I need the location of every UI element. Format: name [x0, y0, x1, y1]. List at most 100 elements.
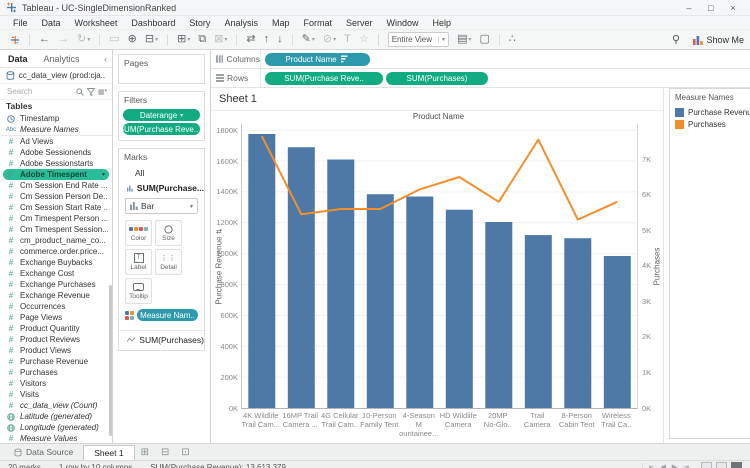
rows-shelf[interactable]: Rows SUM(Purchase Reve.. SUM(Purchases)	[211, 69, 750, 88]
star-highlight-button[interactable]: ☆	[355, 34, 373, 45]
show-me-button[interactable]: Show Me	[693, 35, 744, 45]
swap-rows-columns-button[interactable]: ⇄	[242, 34, 259, 45]
field-cm-timespent-person[interactable]: #Cm Timespent Person ...	[0, 213, 112, 224]
field-cm-timespent-session[interactable]: #Cm Timespent Session...	[0, 224, 112, 235]
menu-worksheet[interactable]: Worksheet	[68, 18, 125, 28]
x-axis-label[interactable]: HD WildlifeCamera	[439, 411, 479, 438]
x-axis-label[interactable]: 10-PersonFamily Tent	[360, 411, 400, 438]
detail-button[interactable]: ⋮⋮ Detail	[155, 249, 182, 275]
marks-layer-purchases[interactable]: SUM(Purchases)	[119, 330, 204, 350]
chart-plot-area[interactable]	[241, 124, 638, 409]
line-mark[interactable]	[262, 136, 618, 220]
no-highlight-button[interactable]: ⊘▾	[319, 34, 340, 45]
tooltip-pin-icon[interactable]	[667, 34, 685, 45]
data-source-tab[interactable]: Data Source	[4, 444, 83, 460]
new-data-source-button[interactable]: ⊕	[124, 34, 141, 45]
show-sheet-view-button[interactable]	[731, 462, 742, 468]
field-ad-views[interactable]: #Ad Views	[0, 136, 112, 147]
replay-button[interactable]: ↻▾	[73, 34, 94, 45]
marks-layer-all[interactable]: All	[119, 164, 204, 180]
menu-format[interactable]: Format	[296, 18, 339, 28]
search-input[interactable]	[5, 86, 73, 97]
menu-data[interactable]: Data	[35, 18, 68, 28]
pause-auto-updates-button[interactable]: ⊟▾	[141, 34, 162, 45]
right-axis-title[interactable]: Purchases	[651, 124, 663, 408]
menu-analysis[interactable]: Analysis	[217, 18, 265, 28]
menu-story[interactable]: Story	[182, 18, 217, 28]
menu-file[interactable]: File	[6, 18, 35, 28]
field-latitude-generated[interactable]: Latitude (generated)	[0, 411, 112, 422]
field-measure-values[interactable]: #Measure Values	[0, 433, 112, 443]
filter-funnel-icon[interactable]	[87, 88, 95, 96]
tab-data[interactable]: Data	[0, 54, 36, 64]
new-worksheet-button[interactable]: ⊞	[135, 444, 155, 460]
search-icon[interactable]	[76, 88, 84, 96]
undo-button[interactable]: ←	[35, 34, 54, 45]
new-dashboard-button[interactable]: ⊟	[155, 444, 175, 460]
field-purchase-revenue[interactable]: #Purchase Revenue	[0, 356, 112, 367]
share-workbook-button[interactable]: ∴	[505, 34, 520, 45]
field-purchases[interactable]: #Purchases	[0, 367, 112, 378]
sheet-tab-active[interactable]: Sheet 1	[83, 445, 134, 460]
menu-map[interactable]: Map	[265, 18, 297, 28]
x-axis-label[interactable]: WirelessTrail Ca..	[597, 411, 637, 438]
marks-layer-purchase-revenue[interactable]: SUM(Purchase...	[119, 180, 204, 196]
field-adobe-timespent[interactable]: #Adobe Timespent▾	[3, 169, 109, 180]
show-hide-cards-button[interactable]: ▤▾	[453, 34, 475, 45]
tooltip-button[interactable]: Tooltip	[125, 278, 152, 304]
field-cm-product-name-co[interactable]: #cm_product_name_co...	[0, 235, 112, 246]
field-measure-names[interactable]: AbcMeasure Names	[0, 124, 112, 136]
bar-mark[interactable]	[248, 134, 275, 408]
highlight-pen-button[interactable]: ✎▾	[298, 34, 319, 45]
field-cc-data-view-count[interactable]: #cc_data_view (Count)	[0, 400, 112, 411]
save-button[interactable]: ▭	[105, 34, 123, 45]
field-timestamp[interactable]: Timestamp	[0, 113, 112, 124]
presentation-mode-button[interactable]: ▢	[475, 34, 493, 45]
field-exchange-buybacks[interactable]: #Exchange Buybacks	[0, 257, 112, 268]
field-longitude-generated[interactable]: Longitude (generated)	[0, 422, 112, 433]
x-axis-label[interactable]: 4-Season Mountainee...	[399, 411, 439, 438]
field-adobe-sessionstarts[interactable]: #Adobe Sessionstarts	[0, 158, 112, 169]
field-adobe-sessionends[interactable]: #Adobe Sessionends	[0, 147, 112, 158]
show-filmstrip-view-button[interactable]	[716, 462, 727, 468]
field-cm-session-start-rate[interactable]: #Cm Session Start Rate ...	[0, 202, 112, 213]
bar-mark[interactable]	[327, 160, 354, 409]
x-axis-label[interactable]: 20MPNo-Glo..	[478, 411, 518, 438]
text-label-button[interactable]: T	[340, 34, 355, 45]
bar-mark[interactable]	[406, 197, 433, 409]
sort-ascending-button[interactable]: ↑	[260, 34, 274, 45]
columns-shelf[interactable]: Columns Product Name	[211, 50, 750, 69]
bar-mark[interactable]	[446, 210, 473, 408]
field-product-views[interactable]: #Product Views	[0, 345, 112, 356]
field-cm-session-person-de[interactable]: #Cm Session Person De...	[0, 191, 112, 202]
bar-mark[interactable]	[604, 256, 631, 408]
bar-mark[interactable]	[485, 222, 512, 408]
show-tabs-view-button[interactable]	[701, 462, 712, 468]
legend-entry-purchase-revenue[interactable]: Purchase Revenue	[675, 108, 750, 117]
menu-window[interactable]: Window	[380, 18, 426, 28]
bar-mark[interactable]	[288, 147, 315, 408]
field-exchange-purchases[interactable]: #Exchange Purchases	[0, 279, 112, 290]
pill-sum-purchase-revenue[interactable]: SUM(Purchase Reve..	[265, 72, 383, 85]
field-occurrences[interactable]: #Occurrences	[0, 301, 112, 312]
field-exchange-revenue[interactable]: #Exchange Revenue	[0, 290, 112, 301]
bar-mark[interactable]	[367, 194, 394, 408]
menu-help[interactable]: Help	[426, 18, 459, 28]
redo-button[interactable]: →	[54, 34, 73, 45]
sheet-navigation-arrows[interactable]: ⇤ ◀ ▶ ⇥	[642, 463, 697, 468]
x-axis-label[interactable]: 8-PersonCabin Tent	[557, 411, 597, 438]
x-axis-label[interactable]: TrailCamera	[518, 411, 558, 438]
field-product-quantity[interactable]: #Product Quantity	[0, 323, 112, 334]
field-visitors[interactable]: #Visitors	[0, 378, 112, 389]
pages-card[interactable]: Pages	[118, 54, 205, 84]
field-exchange-cost[interactable]: #Exchange Cost	[0, 268, 112, 279]
new-worksheet-button[interactable]: ⊞▾	[173, 34, 194, 45]
sort-descending-button[interactable]: ↓	[273, 34, 287, 45]
view-options-icon[interactable]: ▦▾	[98, 88, 107, 96]
fields-scrollbar[interactable]	[109, 285, 112, 437]
close-button[interactable]: ×	[722, 3, 744, 13]
pill-product-name[interactable]: Product Name	[265, 53, 370, 66]
filter-pill-sum-purchase-revenue[interactable]: SUM(Purchase Reve.. ▾	[123, 123, 200, 135]
measure-names-pill[interactable]: Measure Nam..	[137, 309, 198, 321]
field-page-views[interactable]: #Page Views	[0, 312, 112, 323]
